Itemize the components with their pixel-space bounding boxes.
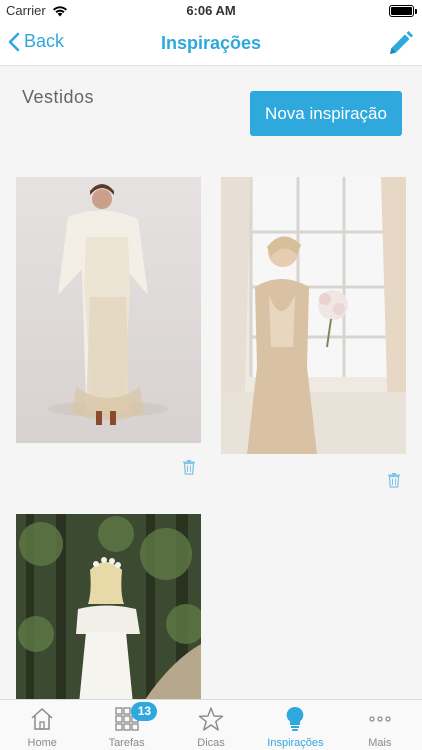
tab-inspiracoes[interactable]: Inspirações [253, 700, 337, 750]
dress-photo [221, 177, 406, 454]
chevron-left-icon [8, 32, 20, 51]
tab-tarefas[interactable]: 13 Tarefas [84, 700, 168, 750]
tab-home[interactable]: Home [0, 700, 84, 750]
home-icon [31, 707, 53, 730]
clock: 6:06 AM [186, 3, 236, 18]
status-bar: Carrier 6:06 AM [0, 0, 422, 22]
inspirations-content: Vestidos Nova inspiração [0, 67, 422, 699]
tab-mais[interactable]: Mais [338, 700, 422, 750]
tasks-badge: 13 [131, 702, 158, 721]
tab-label: Mais [368, 737, 392, 749]
trash-icon[interactable] [387, 472, 401, 488]
back-label: Back [24, 31, 65, 51]
inspiration-image[interactable] [16, 177, 201, 443]
new-inspiration-button[interactable]: Nova inspiração [250, 91, 402, 136]
inspiration-image[interactable] [221, 177, 406, 454]
tab-label: Home [27, 737, 57, 749]
battery-icon [389, 5, 417, 17]
tab-label: Tarefas [108, 737, 145, 749]
tab-label: Inspirações [267, 737, 324, 749]
navigation-bar: Back Inspirações [0, 22, 422, 66]
star-icon [198, 707, 224, 731]
more-icon [369, 716, 391, 722]
dress-photo [16, 177, 201, 443]
inspiration-image[interactable] [16, 514, 201, 699]
pencil-icon[interactable] [386, 30, 414, 58]
tab-bar: Home 13 Tarefas Dicas Inspirações Mais [0, 699, 422, 750]
back-button[interactable]: Back [8, 31, 64, 52]
trash-icon[interactable] [182, 459, 196, 475]
tab-dicas[interactable]: Dicas [169, 700, 253, 750]
section-title: Vestidos [22, 87, 95, 107]
dress-photo [16, 514, 201, 699]
lightbulb-icon [287, 706, 304, 731]
tab-label: Dicas [197, 737, 225, 749]
